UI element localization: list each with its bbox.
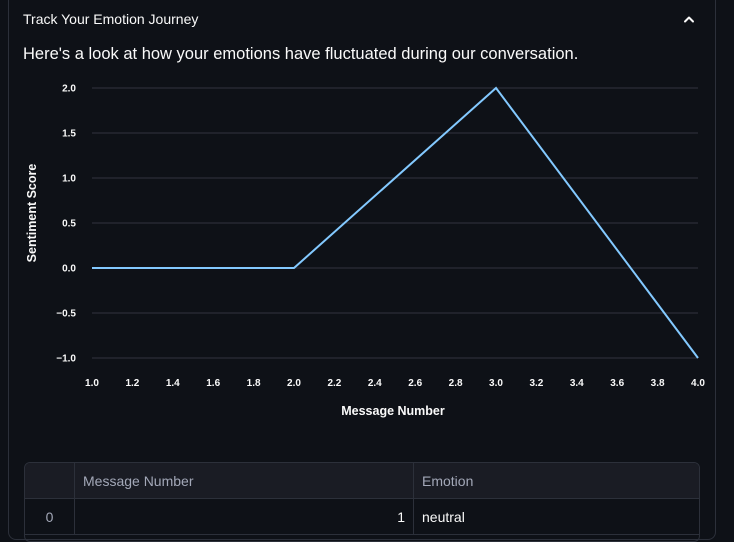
x-tick-label: 3.0: [489, 378, 503, 389]
intro-text: Here's a look at how your emotions have …: [23, 45, 579, 63]
y-tick-label: 2.0: [62, 84, 76, 95]
row-index: 0: [25, 499, 75, 534]
x-tick-label: 3.6: [610, 378, 624, 389]
cell-message-number[interactable]: 1: [75, 499, 414, 534]
column-header-emotion[interactable]: Emotion: [414, 463, 699, 498]
y-tick-label: −1.0: [56, 354, 76, 365]
x-tick-label: 3.8: [651, 378, 665, 389]
x-tick-label: 4.0: [691, 378, 705, 389]
x-tick-label: 3.4: [570, 378, 584, 389]
emotion-dataframe[interactable]: Message Number Emotion 0 1 neutral: [24, 462, 700, 542]
x-tick-label: 2.4: [368, 378, 382, 389]
y-tick-label: 0.5: [62, 219, 76, 230]
y-tick-label: 1.5: [62, 129, 76, 140]
x-tick-label: 1.6: [206, 378, 220, 389]
x-axis-label: Message Number: [341, 404, 445, 418]
table-header-row: Message Number Emotion: [25, 463, 699, 499]
x-tick-label: 1.0: [85, 378, 99, 389]
y-tick-label: 1.0: [62, 174, 76, 185]
x-tick-label: 2.6: [408, 378, 422, 389]
expander-title[interactable]: Track Your Emotion Journey: [23, 11, 198, 27]
x-tick-label: 2.0: [287, 378, 301, 389]
cell-emotion[interactable]: neutral: [414, 499, 699, 534]
y-tick-label: −0.5: [56, 309, 76, 320]
x-tick-label: 1.2: [125, 378, 139, 389]
table-row[interactable]: 0 1 neutral: [25, 499, 699, 535]
y-axis-label: Sentiment Score: [25, 164, 39, 263]
column-header-message-number[interactable]: Message Number: [75, 463, 414, 498]
x-tick-label: 1.8: [247, 378, 261, 389]
x-tick-label: 2.8: [449, 378, 463, 389]
x-tick-label: 3.2: [529, 378, 543, 389]
x-tick-label: 2.2: [327, 378, 341, 389]
x-tick-label: 1.4: [166, 378, 180, 389]
index-header: [25, 463, 75, 498]
sentiment-line-chart: 2.0 1.5 1.0 0.5 0.0 −0.5 −1.0 1.0 1.2 1.4 1.6 1.8 2.…: [25, 84, 705, 419]
y-tick-label: 0.0: [62, 264, 76, 275]
chevron-up-icon[interactable]: [682, 12, 696, 26]
